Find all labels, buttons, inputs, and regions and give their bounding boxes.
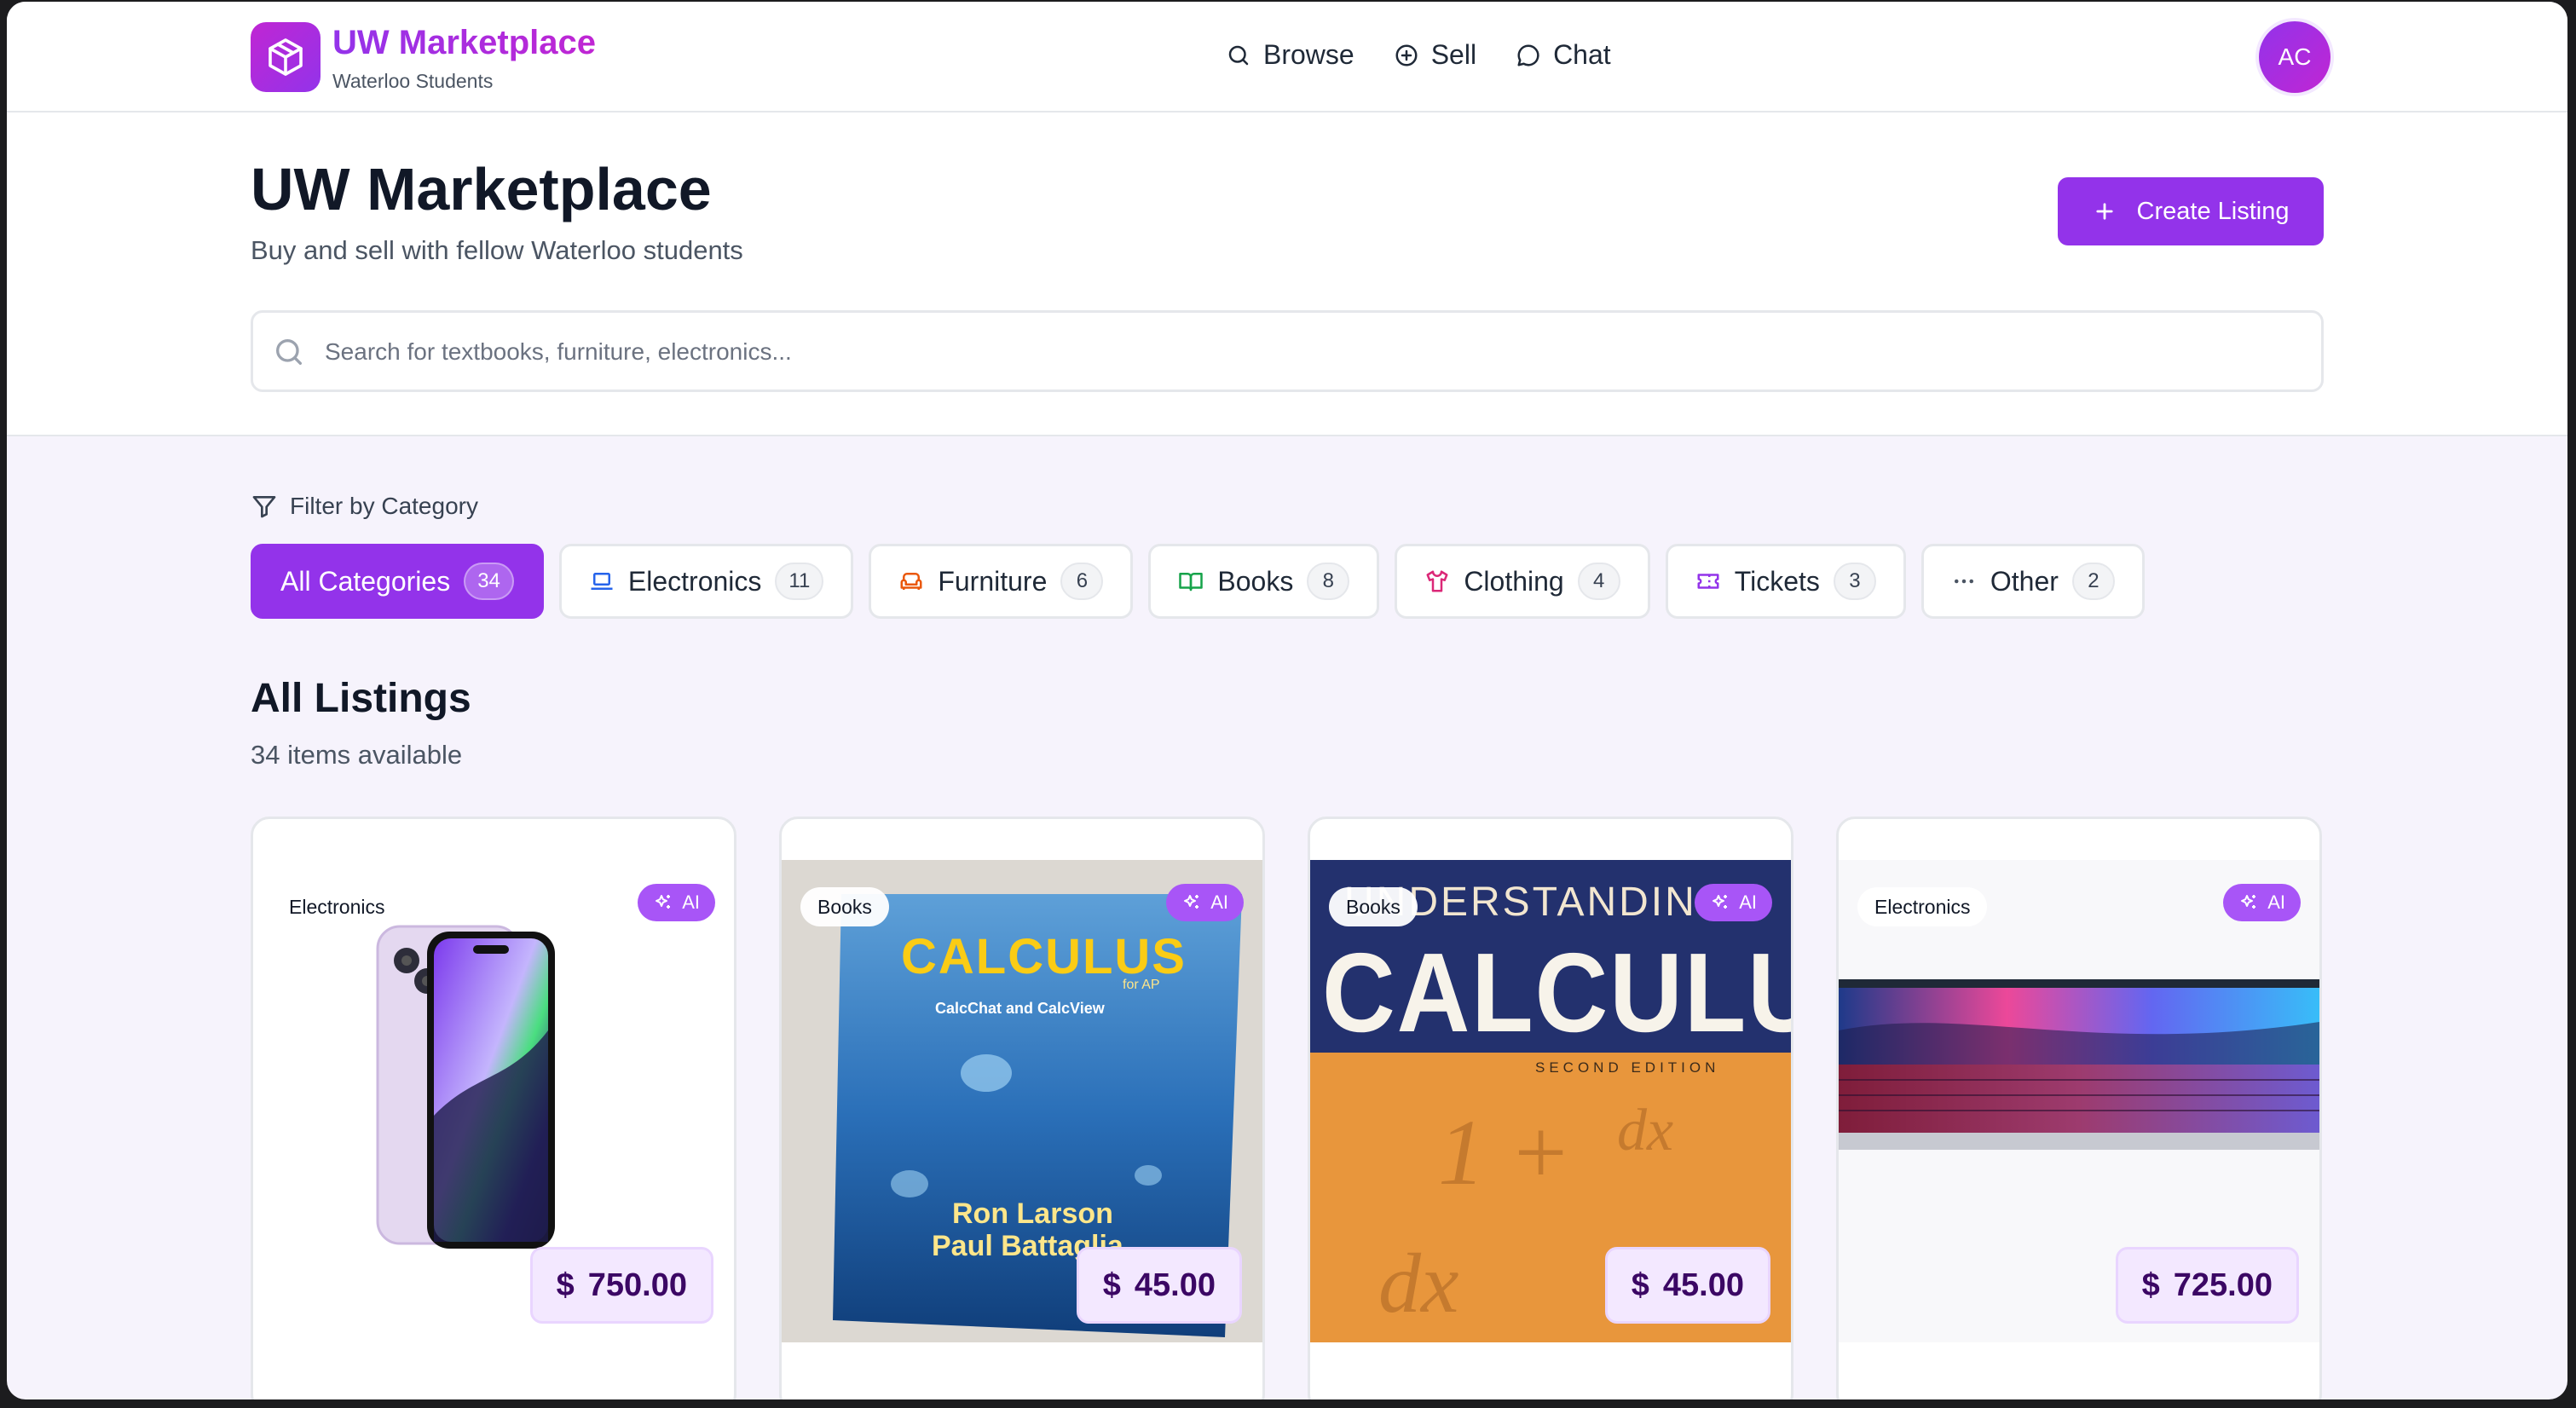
more-horizontal-icon	[1954, 579, 1973, 584]
svg-text:1 +: 1 +	[1438, 1100, 1572, 1204]
filter-label-text: Filter by Category	[290, 493, 478, 519]
currency-symbol: $	[2141, 1267, 2160, 1303]
avatar[interactable]: AC	[2259, 21, 2331, 93]
chip-count: 8	[1307, 563, 1350, 600]
chip-label: Tickets	[1734, 565, 1820, 597]
ai-label: AI	[1210, 892, 1228, 913]
chat-bubble-icon	[1517, 43, 1539, 66]
chip-label: Books	[1217, 565, 1294, 597]
search-icon	[276, 339, 302, 365]
nav-browse-link[interactable]: Browse	[1226, 39, 1354, 71]
chip-label: Clothing	[1464, 565, 1564, 597]
shirt-icon	[1426, 570, 1448, 592]
listings-title: All Listings	[251, 676, 471, 721]
page-title: UW Marketplace	[251, 156, 712, 222]
price-value: 45.00	[1134, 1267, 1216, 1303]
ai-label: AI	[2267, 892, 2285, 913]
chip-count: 4	[1577, 563, 1620, 600]
logo-icon[interactable]	[251, 22, 321, 92]
nav-sell-label: Sell	[1430, 39, 1477, 70]
chip-count: 2	[2071, 563, 2115, 600]
chip-furniture[interactable]: Furniture 6	[869, 544, 1134, 619]
price-tag: $ 725.00	[2115, 1247, 2299, 1324]
book-open-icon	[1179, 573, 1204, 591]
chip-label: All Categories	[280, 565, 451, 597]
svg-text:dx: dx	[1617, 1098, 1673, 1163]
ai-badge: AI	[638, 884, 715, 921]
chip-clothing[interactable]: Clothing 4	[1395, 544, 1650, 619]
brand-title[interactable]: UW Marketplace	[332, 24, 596, 62]
category-chips: All Categories 34 Electronics 11 Furnitu…	[251, 544, 2145, 619]
sofa-icon	[900, 573, 922, 590]
listing-card[interactable]: Electronics AI $ 725.00	[1836, 817, 2322, 1399]
currency-symbol: $	[1631, 1267, 1649, 1303]
chip-label: Electronics	[627, 565, 762, 597]
listings-count: 34 items available	[251, 740, 463, 770]
nav-chat-label: Chat	[1553, 39, 1611, 70]
page-header: UW Marketplace Buy and sell with fellow …	[7, 113, 2567, 436]
chip-all-categories[interactable]: All Categories 34	[251, 544, 544, 619]
currency-symbol: $	[556, 1267, 575, 1303]
book-cover-subtitle: for AP	[1123, 978, 1160, 992]
nav-links: Browse Sell Chat	[1226, 39, 1611, 71]
top-navbar: UW Marketplace Waterloo Students Browse …	[7, 2, 2567, 113]
chip-tickets[interactable]: Tickets 3	[1665, 544, 1906, 619]
ai-badge: AI	[1695, 884, 1772, 921]
currency-symbol: $	[1102, 1267, 1121, 1303]
ticket-icon	[1697, 574, 1719, 589]
nav-browse-label: Browse	[1263, 39, 1354, 70]
chip-count: 11	[775, 563, 824, 600]
nav-sell-link[interactable]: Sell	[1394, 39, 1476, 71]
search-input[interactable]	[325, 328, 2285, 376]
search-icon	[1228, 45, 1249, 65]
chip-label: Other	[1990, 565, 2059, 597]
category-badge: Electronics	[272, 887, 402, 926]
chip-label: Furniture	[938, 565, 1048, 597]
chip-count: 34	[464, 563, 514, 600]
price-value: 725.00	[2173, 1267, 2273, 1303]
book-cover-author-1: Ron Larson	[952, 1197, 1113, 1230]
category-badge: Books	[1329, 887, 1418, 926]
sparkles-icon	[1713, 895, 1728, 909]
chip-count: 6	[1060, 563, 1104, 600]
sparkles-icon	[1184, 895, 1199, 909]
svg-text:dx: dx	[1378, 1236, 1458, 1330]
plus-icon	[2095, 203, 2113, 220]
category-badge: Electronics	[1857, 887, 1988, 926]
category-badge: Books	[800, 887, 889, 926]
create-listing-button[interactable]: Create Listing	[2058, 177, 2324, 245]
ai-badge: AI	[1166, 884, 1244, 921]
ai-label: AI	[1739, 892, 1757, 913]
create-listing-label: Create Listing	[2136, 197, 2290, 225]
book-cover-title: CALCULUS	[901, 929, 1187, 984]
chip-other[interactable]: Other 2	[1920, 544, 2145, 619]
sparkles-icon	[656, 895, 671, 909]
app-window: UW Marketplace Waterloo Students Browse …	[7, 2, 2567, 1399]
plus-circle-icon	[1395, 44, 1418, 66]
listing-card[interactable]: CALCULUS for AP CalcChat and CalcView Ro…	[779, 817, 1265, 1399]
ai-label: AI	[682, 892, 700, 913]
laptop-icon	[591, 573, 613, 590]
sparkles-icon	[2241, 895, 2256, 909]
price-tag: $ 45.00	[1604, 1247, 1770, 1324]
chip-count: 3	[1833, 563, 1876, 600]
price-tag: $ 750.00	[529, 1247, 713, 1324]
page-subtitle: Buy and sell with fellow Waterloo studen…	[251, 235, 743, 265]
price-tag: $ 45.00	[1076, 1247, 1242, 1324]
brand-subtitle: Waterloo Students	[332, 70, 494, 92]
filter-label: Filter by Category	[251, 493, 478, 520]
filter-icon	[252, 496, 276, 518]
price-value: 750.00	[587, 1267, 687, 1303]
nav-chat-link[interactable]: Chat	[1516, 39, 1611, 71]
listing-card[interactable]: Electronics AI $ 750.00	[251, 817, 736, 1399]
chip-electronics[interactable]: Electronics 11	[558, 544, 854, 619]
price-value: 45.00	[1662, 1267, 1744, 1303]
listing-card[interactable]: UNDERSTANDING CALCULUS SECOND EDITION 1 …	[1308, 817, 1793, 1399]
chip-books[interactable]: Books 8	[1148, 544, 1380, 619]
ai-badge: AI	[2223, 884, 2301, 921]
search-bar	[251, 310, 2324, 392]
book-cover-calcchat: CalcChat and CalcView	[935, 1000, 1105, 1017]
